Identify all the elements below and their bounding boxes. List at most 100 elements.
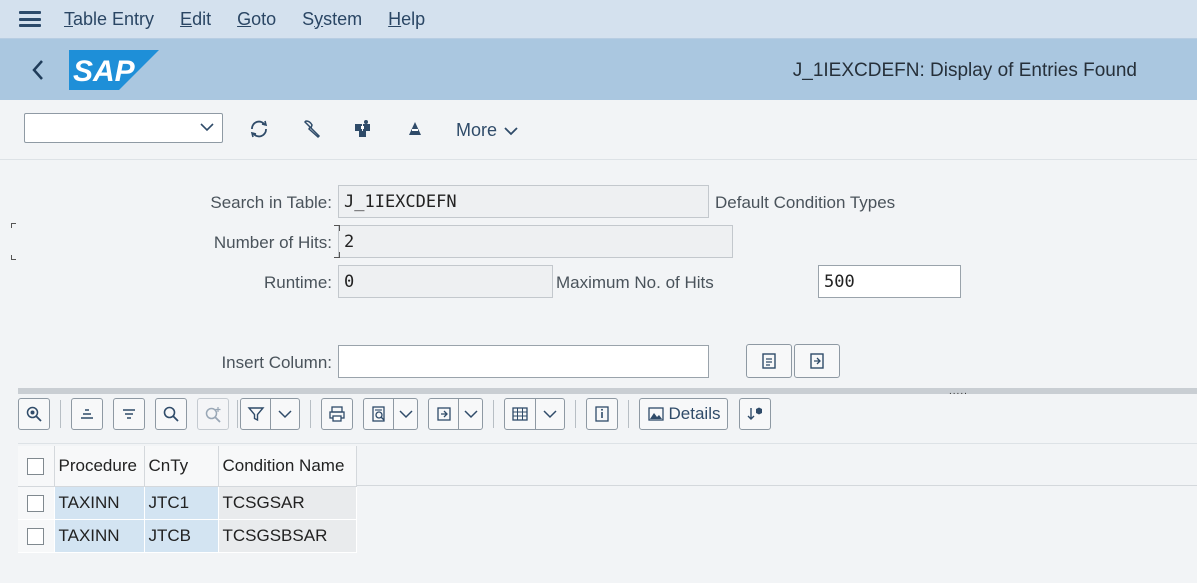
- focus-corner-top: [334, 225, 340, 231]
- filter-button[interactable]: [241, 399, 270, 429]
- menu-edit[interactable]: Edit: [180, 9, 211, 30]
- frame-corner-bottom: [11, 255, 16, 260]
- more-button[interactable]: More: [456, 120, 519, 141]
- export-dropdown-button[interactable]: [428, 398, 483, 430]
- separator: [575, 400, 576, 428]
- table-row[interactable]: TAXINN JTC1 TCSGSAR: [18, 486, 357, 520]
- cell-condition-name[interactable]: TCSGSAR: [218, 486, 357, 520]
- max-hits-field[interactable]: 500: [818, 265, 961, 298]
- refresh-icon: [250, 120, 268, 138]
- row-select-cell[interactable]: [18, 519, 55, 553]
- import-button[interactable]: [739, 398, 771, 430]
- puzzle-button[interactable]: [351, 117, 375, 141]
- table-description: Default Condition Types: [715, 193, 896, 212]
- command-field-select[interactable]: [24, 113, 223, 143]
- grid-toolbar: Details: [18, 394, 1197, 444]
- views-menu-button[interactable]: [393, 399, 417, 429]
- wrench-icon: [303, 120, 321, 139]
- print-preview-button[interactable]: [364, 399, 393, 429]
- search-plus-icon: [205, 407, 221, 423]
- row-select-cell[interactable]: [18, 486, 55, 520]
- column-header-condition-name[interactable]: Condition Name: [218, 446, 357, 487]
- sap-logo: SAP: [69, 50, 159, 90]
- hits-label: Number of Hits:: [213, 233, 332, 252]
- details-label: Details: [668, 404, 721, 423]
- table-row[interactable]: TAXINN JTCB TCSGSBSAR: [18, 519, 357, 553]
- cell-cnty[interactable]: JTC1: [144, 486, 219, 520]
- menu-help[interactable]: Help: [388, 9, 425, 30]
- header-filler: [356, 446, 1197, 486]
- refresh-button[interactable]: [247, 117, 271, 141]
- filter-dropdown-button[interactable]: [240, 398, 300, 430]
- menu-system[interactable]: System: [302, 9, 362, 30]
- print-icon: [329, 406, 345, 422]
- find-next-button[interactable]: [197, 398, 229, 430]
- export-menu-button[interactable]: [458, 399, 482, 429]
- row-checkbox[interactable]: [27, 494, 45, 512]
- zoom-icon: [26, 406, 42, 422]
- grid-details-zoom-button[interactable]: [18, 398, 50, 430]
- chevron-down-icon: [464, 410, 478, 419]
- runtime-field[interactable]: 0: [338, 265, 553, 298]
- column-header-cnty[interactable]: CnTy: [144, 446, 219, 487]
- insert-column-button[interactable]: [746, 344, 792, 378]
- menu-table-entry[interactable]: Table Entry: [64, 9, 154, 30]
- filter-icon: [247, 407, 265, 422]
- document-arrow-icon: [810, 353, 824, 369]
- column-header-procedure[interactable]: Procedure: [54, 446, 145, 487]
- results-grid: Procedure CnTy Condition Name TAXINN JTC…: [18, 446, 1197, 583]
- layout-button[interactable]: [403, 117, 427, 141]
- export-icon: [437, 407, 451, 421]
- chevron-left-icon: [32, 60, 43, 80]
- info-icon: [595, 406, 609, 422]
- separator: [60, 400, 61, 428]
- page-title: J_1IEXCDEFN: Display of Entries Found: [792, 60, 1137, 81]
- select-all-checkbox[interactable]: [27, 457, 45, 475]
- filter-menu-button[interactable]: [270, 399, 299, 429]
- separator: [628, 400, 629, 428]
- title-bar: SAP J_1IEXCDEFN: Display of Entries Foun…: [0, 38, 1197, 100]
- row-checkbox[interactable]: [27, 527, 45, 545]
- max-hits-label: Maximum No. of Hits: [556, 273, 714, 292]
- cell-procedure[interactable]: TAXINN: [54, 519, 145, 553]
- cell-procedure[interactable]: TAXINN: [54, 486, 145, 520]
- application-toolbar: More: [0, 100, 1197, 160]
- settings-button[interactable]: [299, 117, 323, 141]
- chevron-down-icon: [399, 410, 413, 419]
- document-insert-icon: [762, 353, 776, 369]
- sort-ascending-icon: [81, 409, 93, 419]
- layout-menu-button[interactable]: [535, 399, 564, 429]
- print-button[interactable]: [321, 398, 353, 430]
- hamburger-menu-icon[interactable]: [19, 11, 41, 27]
- remove-column-button[interactable]: [794, 344, 840, 378]
- insert-column-field[interactable]: [338, 345, 709, 378]
- cell-cnty[interactable]: JTCB: [144, 519, 219, 553]
- runtime-label: Runtime:: [263, 273, 332, 292]
- back-button[interactable]: [28, 57, 48, 83]
- image-icon: [647, 407, 664, 421]
- separator: [493, 400, 494, 428]
- find-button[interactable]: [155, 398, 187, 430]
- chevron-down-icon: [278, 410, 292, 419]
- chevron-down-icon: [543, 410, 557, 419]
- puzzle-icon: [355, 120, 370, 137]
- views-dropdown-button[interactable]: [363, 398, 418, 430]
- search-table-field[interactable]: J_1IEXCDEFN: [338, 185, 709, 218]
- print-preview-icon: [372, 406, 385, 422]
- details-button[interactable]: Details: [639, 398, 728, 430]
- sort-descending-icon: [123, 409, 135, 419]
- frame-corner-top: [11, 223, 16, 228]
- focus-corner-bottom: [334, 252, 340, 258]
- information-button[interactable]: [586, 398, 618, 430]
- export-button[interactable]: [429, 399, 458, 429]
- sort-ascending-button[interactable]: [71, 398, 103, 430]
- layout-dropdown-button[interactable]: [504, 398, 565, 430]
- layout-button[interactable]: [505, 399, 535, 429]
- hits-field[interactable]: 2: [338, 225, 733, 258]
- sort-descending-button[interactable]: [113, 398, 145, 430]
- menu-goto[interactable]: Goto: [237, 9, 276, 30]
- select-all-cell[interactable]: [18, 446, 55, 487]
- cell-condition-name[interactable]: TCSGSBSAR: [218, 519, 357, 553]
- logo-text: SAP: [73, 55, 136, 88]
- cube-arrow-icon: [747, 407, 762, 420]
